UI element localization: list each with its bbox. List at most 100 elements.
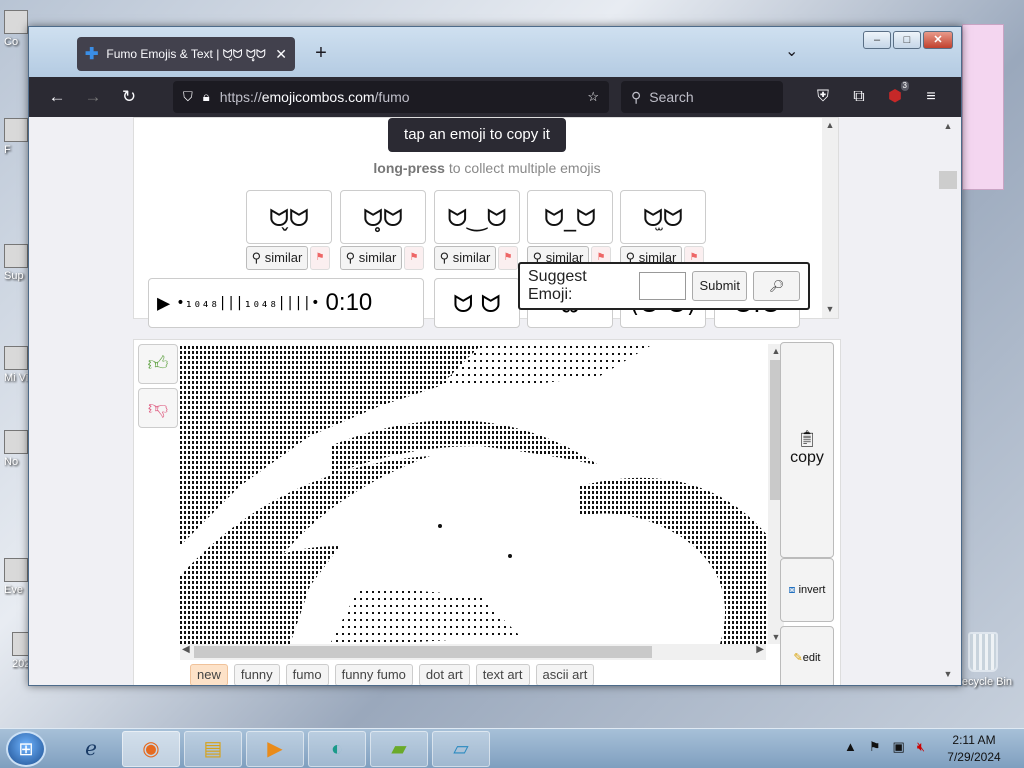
start-button[interactable]: ⊞ — [6, 731, 46, 767]
system-tray: ▲ ⚑ ▣ 🔇︎ — [844, 739, 925, 755]
tab-fumo-emojis[interactable]: ✚ Fumo Emojis & Text | ᗢ̬ᗢ ᗢ̥ᗢ ✕ — [77, 37, 295, 71]
flag-icon[interactable]: ⚑ — [404, 246, 424, 270]
extension-badge: 3 — [900, 81, 909, 91]
menu-hamburger-icon[interactable]: ≡ — [919, 85, 943, 109]
tag-dot-art[interactable]: dot art — [418, 664, 470, 685]
windows-logo-icon: ⊞ — [18, 739, 34, 759]
emoji-panel: tap an emoji to copy it long-press to co… — [133, 117, 839, 328]
scroll-up-arrow-icon[interactable]: ▲ — [822, 118, 838, 132]
art-horizontal-scrollbar[interactable]: ◀ ▶ — [180, 644, 766, 660]
recycle-bin-icon — [968, 632, 998, 672]
suggest-emoji-input[interactable] — [639, 272, 687, 300]
support-shortcut-icon — [4, 244, 28, 268]
desktop-icon-everything[interactable]: Eve — [4, 558, 30, 596]
url-bar[interactable]: ⛉ 🔒︎ https://emojicombos.com/fumo ☆ — [173, 81, 609, 113]
pencil-icon: ✎ — [793, 652, 803, 664]
desktop-icon-support[interactable]: Sup — [4, 244, 30, 282]
network-icon[interactable]: ▣ — [893, 739, 905, 755]
back-button[interactable]: ← — [45, 85, 69, 109]
tag-text-art[interactable]: text art — [475, 664, 530, 685]
tag-fumo[interactable]: fumo — [285, 664, 329, 685]
media-player-icon[interactable]: ▶ — [246, 731, 304, 767]
desktop-icon-notepad[interactable]: No — [4, 430, 30, 468]
similar-button[interactable]: ⚲ similar — [246, 246, 308, 270]
edit-button[interactable]: ✎edit — [780, 626, 834, 685]
scroll-down-arrow-icon[interactable]: ▼ — [822, 302, 838, 316]
bookmark-star-icon[interactable]: ☆ — [587, 89, 599, 105]
reload-button[interactable]: ↻ — [117, 85, 141, 109]
show-hidden-icons-icon[interactable]: ▲ — [844, 739, 857, 755]
clock[interactable]: 2:11 AM 7/29/2024 — [944, 732, 1004, 766]
tab-close-icon[interactable]: ✕ — [275, 46, 287, 63]
thumbs-up-icon[interactable]: 👍︎ — [138, 344, 178, 384]
desktop-icon-firefox[interactable]: F — [4, 118, 30, 156]
sticky-notes-icon[interactable]: ▰ — [370, 731, 428, 767]
window-controls: – □ ✕ — [863, 31, 953, 49]
tab-list-button[interactable]: ⌄ — [785, 41, 798, 61]
emoji-card[interactable]: ᗢ‿ᗢ — [434, 190, 520, 244]
visual-studio-icon — [4, 346, 28, 370]
submit-button[interactable]: Submit — [692, 271, 747, 301]
ublock-icon[interactable]: ⬢ 3 — [883, 81, 909, 109]
emoji-card[interactable]: ᗢ_ᗢ — [527, 190, 613, 244]
scroll-right-arrow-icon[interactable]: ▶ — [756, 644, 764, 655]
search-bar[interactable]: ⚲ Search — [621, 81, 783, 113]
page-scroll-up-icon[interactable]: ▲ — [940, 119, 956, 133]
suggest-emoji-box: Suggest Emoji: Submit 🔎︎ — [518, 262, 810, 310]
maximize-button[interactable]: □ — [893, 31, 921, 49]
minimize-button[interactable]: – — [863, 31, 891, 49]
computer-icon — [4, 10, 28, 34]
horizontal-scroll-thumb[interactable] — [194, 646, 652, 658]
flag-icon[interactable]: ⚑ — [498, 246, 518, 270]
long-press-hint: long-press to collect multiple emojis — [373, 160, 601, 176]
emoji-card[interactable]: ᗢ ᗢ — [434, 278, 520, 328]
play-icon: ▶ — [157, 290, 171, 316]
suggest-search-button[interactable]: 🔎︎ — [752, 271, 800, 301]
clipboard-icon: 📋︎ — [796, 431, 818, 448]
desktop-icon-computer[interactable]: Co — [4, 10, 30, 48]
app-taskbar-icon[interactable]: ◐ — [308, 731, 366, 767]
tag-ascii-art[interactable]: ascii art — [535, 664, 595, 685]
window-app-icon[interactable]: ▱ — [432, 731, 490, 767]
audio-emoji-card[interactable]: ▶ •₁₀₄₈|||₁₀₄₈||||• 0:10 — [148, 278, 424, 328]
scroll-left-arrow-icon[interactable]: ◀ — [182, 644, 190, 655]
new-tab-button[interactable]: + — [309, 41, 333, 65]
background-window[interactable] — [962, 24, 1004, 190]
search-icon: ⚲ — [631, 88, 642, 105]
lock-icon[interactable]: 🔒︎ — [203, 89, 210, 105]
taskbar: ⊞ ℯ ◉ ▤ ▶ ◐ ▰ ▱ ▲ ⚑ ▣ 🔇︎ 2:11 AM 7/29/20… — [0, 728, 1024, 768]
tracking-shield-icon[interactable]: ⛉ — [183, 89, 193, 105]
emoji-card[interactable]: ᗢ̬ᗢ — [246, 190, 332, 244]
firefox-taskbar-icon[interactable]: ◉ — [122, 731, 180, 767]
tag-funny[interactable]: funny — [233, 664, 280, 685]
page-scroll-down-icon[interactable]: ▼ — [940, 667, 956, 681]
action-center-flag-icon[interactable]: ⚑ — [869, 739, 881, 755]
page-scroll-thumb[interactable] — [939, 171, 957, 189]
invert-button[interactable]: ⧈ invert — [780, 558, 834, 622]
url-text[interactable]: https://emojicombos.com/fumo — [220, 89, 578, 105]
tag-funny-fumo[interactable]: funny fumo — [334, 664, 413, 685]
emoji-card[interactable]: ᗢ̥ᗢ — [340, 190, 426, 244]
notepad-icon — [4, 430, 28, 454]
similar-button[interactable]: ⚲ similar — [434, 246, 496, 270]
close-window-button[interactable]: ✕ — [923, 31, 953, 49]
copy-tooltip: tap an emoji to copy it — [388, 118, 566, 152]
page-content: tap an emoji to copy it long-press to co… — [29, 117, 961, 685]
dot-art-display[interactable] — [180, 346, 768, 644]
similar-button[interactable]: ⚲ similar — [340, 246, 402, 270]
volume-muted-icon[interactable]: 🔇︎ — [917, 739, 925, 755]
tag-new[interactable]: new — [190, 664, 228, 685]
forward-button[interactable]: → — [81, 85, 105, 109]
file-explorer-icon[interactable]: ▤ — [184, 731, 242, 767]
extensions-icon[interactable]: ⧉ — [847, 85, 871, 109]
site-favicon-icon: ✚ — [85, 46, 99, 63]
emoji-card[interactable]: ᗢ̫ᗢ — [620, 190, 706, 244]
copy-button[interactable]: 📋︎ copy — [780, 342, 834, 558]
page-scrollbar[interactable]: ▲ ▼ — [937, 117, 959, 685]
flag-icon[interactable]: ⚑ — [310, 246, 330, 270]
pocket-icon[interactable]: ⛨ — [811, 85, 835, 109]
emoji-panel-scrollbar[interactable]: ▲ ▼ — [822, 118, 838, 318]
desktop-icon-visual[interactable]: Mi Visu — [4, 346, 30, 384]
internet-explorer-icon[interactable]: ℯ — [62, 731, 120, 767]
thumbs-down-icon[interactable]: 👎︎ — [138, 388, 178, 428]
